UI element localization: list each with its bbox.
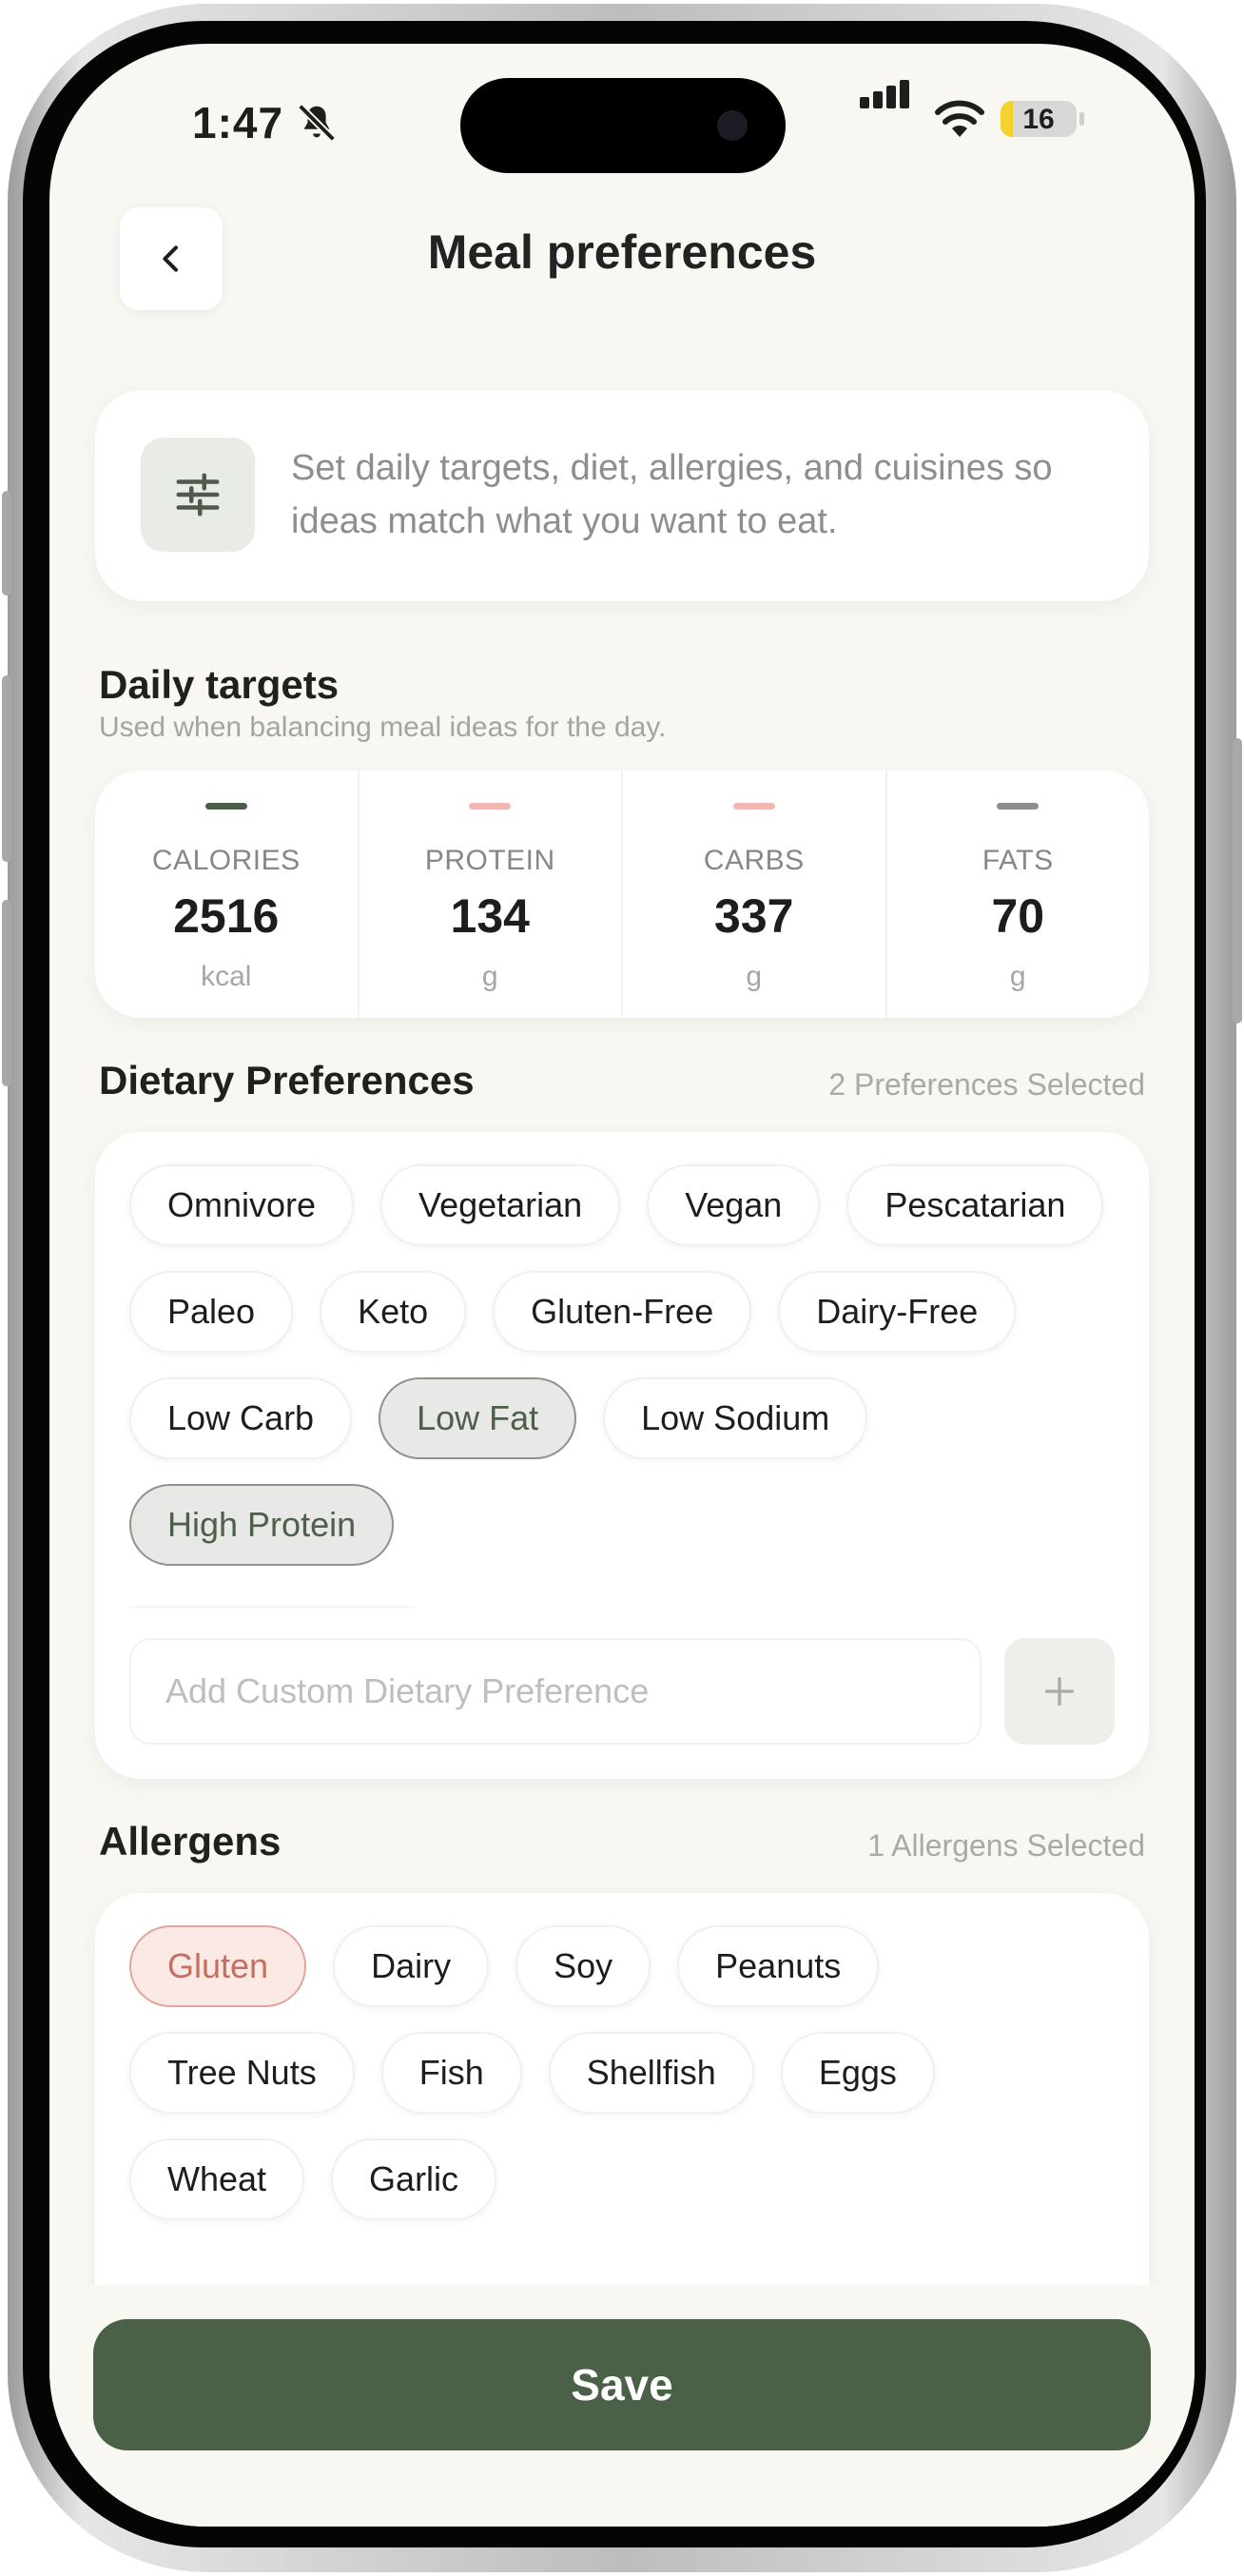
target-fats[interactable]: FATS 70 g bbox=[884, 771, 1150, 1018]
allergen-chip-dairy[interactable]: Dairy bbox=[333, 1925, 490, 2007]
allergen-chip-wheat[interactable]: Wheat bbox=[129, 2138, 305, 2220]
allergens-title: Allergens bbox=[99, 1819, 282, 1864]
daily-targets-subtitle: Used when balancing meal ideas for the d… bbox=[99, 712, 667, 743]
dietary-chip-omnivore[interactable]: Omnivore bbox=[129, 1164, 355, 1246]
target-unit: g bbox=[1009, 961, 1026, 992]
intro-card: Set daily targets, diet, allergies, and … bbox=[95, 390, 1149, 601]
custom-dietary-input[interactable]: Add Custom Dietary Preference bbox=[129, 1638, 982, 1745]
volume-down-button bbox=[2, 900, 11, 1086]
bell-slash-icon bbox=[298, 104, 336, 142]
target-color-bar bbox=[732, 803, 775, 810]
volume-up-button bbox=[2, 675, 11, 862]
dietary-chip-list: Omnivore Vegetarian Vegan Pescatarian Paleo K… bbox=[129, 1164, 1118, 1566]
dietary-chip-low-carb[interactable]: Low Carb bbox=[129, 1377, 353, 1459]
target-calories[interactable]: CALORIES 2516 kcal bbox=[95, 771, 358, 1018]
target-value: 337 bbox=[714, 889, 794, 943]
dietary-chip-keto[interactable]: Keto bbox=[320, 1271, 467, 1353]
dietary-chip-gluten-free[interactable]: Gluten-Free bbox=[493, 1271, 752, 1353]
card-divider bbox=[129, 1606, 415, 1608]
target-value: 134 bbox=[450, 889, 530, 943]
dietary-chip-vegetarian[interactable]: Vegetarian bbox=[380, 1164, 621, 1246]
target-carbs[interactable]: CARBS 337 g bbox=[621, 771, 885, 1018]
daily-targets-card[interactable]: CALORIES 2516 kcal PROTEIN 134 g CARBS 337 g FATS… bbox=[95, 771, 1149, 1018]
battery-level: 16 bbox=[1022, 104, 1055, 135]
dietary-chip-high-protein[interactable]: High Protein bbox=[129, 1484, 395, 1566]
dietary-chip-vegan[interactable]: Vegan bbox=[647, 1164, 821, 1246]
allergen-chip-shellfish[interactable]: Shellfish bbox=[548, 2032, 754, 2114]
battery-nub bbox=[1079, 112, 1084, 126]
target-label: FATS bbox=[982, 845, 1054, 876]
allergen-chip-peanuts[interactable]: Peanuts bbox=[677, 1925, 880, 2007]
battery-indicator: 16 bbox=[1001, 101, 1077, 137]
dietary-chip-dairy-free[interactable]: Dairy-Free bbox=[778, 1271, 1017, 1353]
target-unit: g bbox=[481, 961, 498, 992]
target-protein[interactable]: PROTEIN 134 g bbox=[357, 771, 622, 1018]
dynamic-island bbox=[460, 78, 786, 173]
dietary-chip-pescatarian[interactable]: Pescatarian bbox=[846, 1164, 1104, 1246]
status-time: 1:47 bbox=[192, 98, 284, 147]
dietary-chip-paleo[interactable]: Paleo bbox=[129, 1271, 294, 1353]
plus-icon bbox=[1045, 1677, 1074, 1706]
target-color-bar bbox=[469, 803, 512, 810]
target-color-bar bbox=[204, 803, 247, 810]
daily-targets-title: Daily targets bbox=[99, 662, 340, 707]
screen: 1:47 16 Meal preferences Set daily targe… bbox=[49, 44, 1195, 2527]
target-label: CALORIES bbox=[151, 845, 301, 876]
allergen-chip-soy[interactable]: Soy bbox=[515, 1925, 651, 2007]
custom-dietary-placeholder: Add Custom Dietary Preference bbox=[165, 1671, 650, 1710]
allergen-chip-garlic[interactable]: Garlic bbox=[331, 2138, 497, 2220]
page-title: Meal preferences bbox=[427, 225, 817, 279]
sliders-icon bbox=[141, 438, 255, 552]
dietary-chip-low-sodium[interactable]: Low Sodium bbox=[603, 1377, 868, 1459]
target-unit: g bbox=[746, 961, 763, 992]
intro-text: Set daily targets, diet, allergies, and … bbox=[291, 448, 1053, 541]
allergen-chip-list: Gluten Dairy Soy Peanuts Tree Nuts Fish Shellf… bbox=[129, 1925, 1118, 2220]
dietary-chip-low-fat[interactable]: Low Fat bbox=[379, 1377, 577, 1459]
power-button bbox=[1233, 738, 1242, 1024]
allergen-chip-fish[interactable]: Fish bbox=[380, 2032, 522, 2114]
allergen-chip-eggs[interactable]: Eggs bbox=[780, 2032, 935, 2114]
wifi-icon bbox=[935, 100, 984, 137]
target-label: CARBS bbox=[703, 845, 805, 876]
target-color-bar bbox=[997, 803, 1040, 810]
target-value: 70 bbox=[991, 889, 1045, 943]
add-custom-dietary-button[interactable] bbox=[1004, 1638, 1115, 1745]
target-unit: kcal bbox=[201, 961, 252, 992]
dietary-preferences-title: Dietary Preferences bbox=[99, 1058, 475, 1103]
allergens-count: 1 Allergens Selected bbox=[867, 1828, 1145, 1863]
action-button bbox=[2, 491, 11, 595]
target-label: PROTEIN bbox=[424, 845, 555, 876]
allergen-chip-gluten[interactable]: Gluten bbox=[129, 1925, 307, 2007]
allergen-chip-tree-nuts[interactable]: Tree Nuts bbox=[129, 2032, 355, 2114]
save-button[interactable]: Save bbox=[93, 2319, 1151, 2450]
target-value: 2516 bbox=[173, 889, 280, 943]
dietary-preferences-card: Omnivore Vegetarian Vegan Pescatarian Paleo K… bbox=[95, 1132, 1149, 1779]
dietary-preferences-count: 2 Preferences Selected bbox=[828, 1067, 1145, 1102]
